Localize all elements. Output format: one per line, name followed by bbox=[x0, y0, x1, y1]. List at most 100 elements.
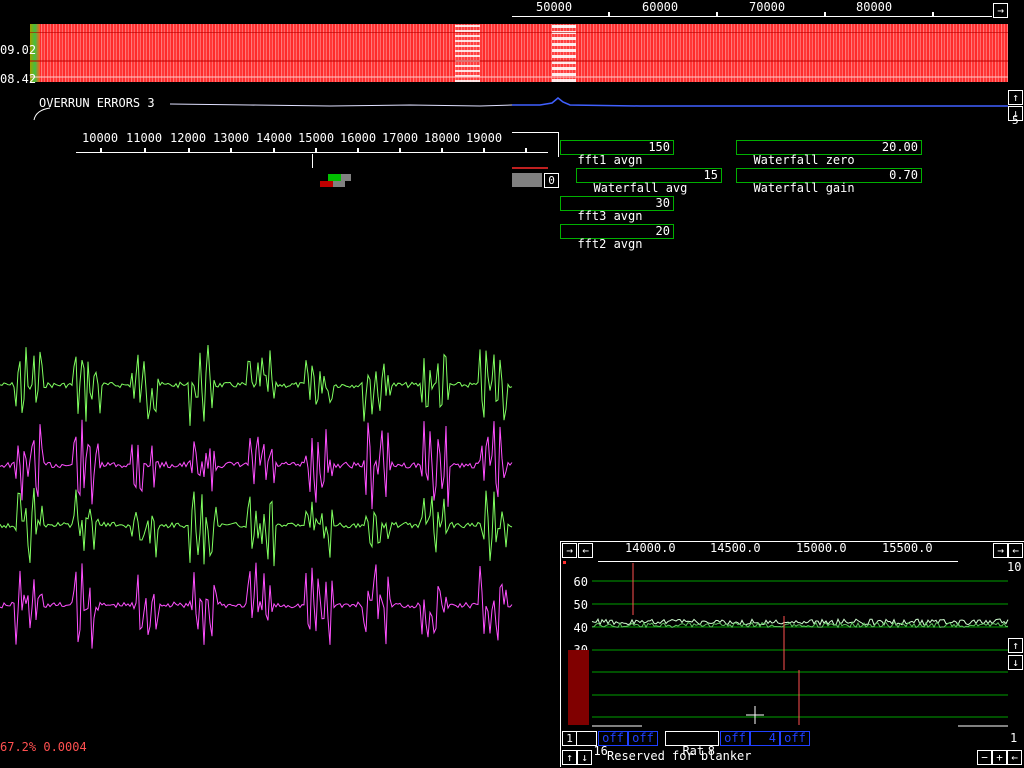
plus-icon: + bbox=[996, 751, 1003, 764]
arrow-up-icon: ↑ bbox=[566, 751, 573, 764]
spectrum-gain-down-button[interactable]: ↓ bbox=[1008, 655, 1023, 670]
s-meter-gray bbox=[333, 181, 345, 187]
s-meter-red bbox=[320, 181, 334, 187]
baseband-tick-label: 16000 bbox=[340, 131, 377, 145]
spectrum-shift-right-button[interactable]: → bbox=[562, 543, 577, 558]
spectrum-left-button[interactable]: ← bbox=[1007, 750, 1022, 765]
waterfall-scroll-right-button[interactable]: → bbox=[993, 3, 1008, 18]
spectrum-y-tick: 50 bbox=[573, 598, 588, 612]
baseband-tick bbox=[273, 148, 275, 152]
baseband-tick-label: 13000 bbox=[213, 131, 250, 145]
option-off-box-1[interactable]: off bbox=[598, 731, 628, 746]
spectrum-zoom-right-button[interactable]: → bbox=[993, 543, 1008, 558]
spectrum-gain-up-button[interactable]: ↑ bbox=[1008, 638, 1023, 653]
waterfall-frequency-ruler[interactable]: 50000 60000 70000 80000 bbox=[512, 0, 992, 18]
arrow-left-icon: ← bbox=[1012, 544, 1019, 557]
param-label: fft2 avgn bbox=[577, 237, 643, 251]
rat-box[interactable]: Rat 8 bbox=[665, 731, 719, 758]
ruler-baseline bbox=[512, 16, 992, 17]
baseband-tick-label: 18000 bbox=[424, 131, 461, 145]
baseband-tick-label: 11000 bbox=[126, 131, 163, 145]
waterfall-gain-box[interactable]: Waterfall gain 0.70 bbox=[736, 168, 922, 195]
option-off-box-4[interactable]: off bbox=[780, 731, 810, 746]
baseband-center-marker bbox=[312, 154, 313, 168]
level-value: 0 bbox=[548, 174, 555, 187]
baseband-tick bbox=[399, 148, 401, 152]
spectrum-y-tick: 60 bbox=[573, 575, 588, 589]
arrow-left-icon: ← bbox=[1011, 751, 1018, 764]
spectrum-line-blue bbox=[512, 97, 1008, 107]
waterfall-display[interactable] bbox=[30, 24, 1008, 82]
waterfall-time-label: 09.02 bbox=[0, 43, 37, 57]
param-value: 15 bbox=[703, 168, 718, 182]
spectrum-scroll-up-button[interactable]: ↑ bbox=[1008, 90, 1023, 105]
spectrum-noise-trace bbox=[591, 617, 1009, 627]
param-label: Waterfall gain bbox=[753, 181, 855, 195]
baseband-frequency-ruler[interactable]: 10000 11000 12000 13000 14000 15000 1600… bbox=[60, 128, 548, 178]
fft1-spectrum-trace[interactable] bbox=[0, 90, 1024, 130]
arrow-right-icon: → bbox=[997, 4, 1004, 17]
fft1-avgn-box[interactable]: fft1 avgn 150 bbox=[560, 140, 674, 167]
ruler-tick-label: 50000 bbox=[536, 0, 573, 14]
baseband-tick-label: 12000 bbox=[170, 131, 207, 145]
arrow-up-icon: ↑ bbox=[1012, 639, 1019, 652]
trace-green-upper bbox=[0, 344, 513, 426]
spectrum-zoom-left-button[interactable]: ← bbox=[1008, 543, 1023, 558]
param-label: Waterfall avg bbox=[593, 181, 688, 195]
blanker-up-button[interactable]: ↑ bbox=[562, 750, 577, 765]
option-off-label: off bbox=[724, 731, 746, 745]
arrow-right-icon: → bbox=[566, 544, 573, 557]
baseband-tick-label: 19000 bbox=[466, 131, 503, 145]
option-off-box-3[interactable]: off bbox=[720, 731, 750, 746]
level-value-box[interactable]: 0 bbox=[544, 173, 559, 188]
waterfall-zero-box[interactable]: Waterfall zero 20.00 bbox=[736, 140, 922, 167]
blanker-down-button[interactable]: ↓ bbox=[577, 750, 592, 765]
param-value: 150 bbox=[648, 140, 670, 154]
param-value: 0.70 bbox=[889, 168, 918, 182]
channel-box[interactable]: 1 bbox=[562, 731, 577, 746]
spectrum-y-tick: 40 bbox=[573, 621, 588, 635]
arrow-right-icon: → bbox=[997, 544, 1004, 557]
waterfall-stripe bbox=[30, 60, 1008, 62]
spectrum-small-value: 5 bbox=[1012, 114, 1019, 127]
baseband-tick bbox=[441, 148, 443, 152]
plus-button[interactable]: + bbox=[992, 750, 1007, 765]
level-slider-bar[interactable] bbox=[512, 173, 542, 187]
option-off-label: off bbox=[632, 731, 654, 745]
waterfall-avg-box[interactable]: Waterfall avg 15 bbox=[576, 168, 722, 195]
waterfall-time-label: 08.42 bbox=[0, 72, 37, 86]
option-off-label: off bbox=[784, 731, 806, 745]
spectrum-freq-tick: 14500.0 bbox=[710, 541, 761, 555]
baseband-tick bbox=[188, 148, 190, 152]
spectrum-line-white bbox=[169, 103, 513, 107]
baseband-tick bbox=[315, 148, 317, 152]
fft3-avgn-box[interactable]: fft3 avgn 30 bbox=[560, 196, 674, 223]
ruler-tick bbox=[932, 12, 934, 16]
option-off-box-2[interactable]: off bbox=[628, 731, 658, 746]
param-value: 20 bbox=[655, 224, 670, 238]
arrow-up-icon: ↑ bbox=[1012, 91, 1019, 104]
option-four-box[interactable]: 4 bbox=[750, 731, 780, 746]
param-label: fft3 avgn bbox=[577, 209, 643, 223]
timf-oscilloscope[interactable] bbox=[0, 330, 515, 680]
ruler-tick-label: 80000 bbox=[856, 0, 893, 14]
baseband-tick-label: 14000 bbox=[256, 131, 293, 145]
red-indicator-line bbox=[512, 167, 548, 169]
bandwidth-box[interactable]: 16 bbox=[576, 731, 608, 758]
baseband-tick bbox=[483, 148, 485, 152]
ruler-tick bbox=[608, 12, 610, 16]
baseband-baseline bbox=[76, 152, 548, 153]
reserved-blanker-text: Reserved for blanker bbox=[607, 749, 752, 763]
spectrum-shift-left-button[interactable]: ← bbox=[578, 543, 593, 558]
baseband-tick bbox=[144, 148, 146, 152]
minus-button[interactable]: − bbox=[977, 750, 992, 765]
cpu-load-readout: 67.2% 0.0004 bbox=[0, 740, 87, 754]
fft2-avgn-box[interactable]: fft2 avgn 20 bbox=[560, 224, 674, 251]
bandwidth-value: 16 bbox=[593, 744, 608, 758]
param-value: 30 bbox=[655, 196, 670, 210]
option-off-label: off bbox=[602, 731, 624, 745]
param-label: fft1 avgn bbox=[577, 153, 643, 167]
baseband-spectrum-plot[interactable] bbox=[560, 560, 1024, 730]
s-meter-bar bbox=[568, 650, 589, 725]
s-meter-green bbox=[328, 174, 342, 181]
